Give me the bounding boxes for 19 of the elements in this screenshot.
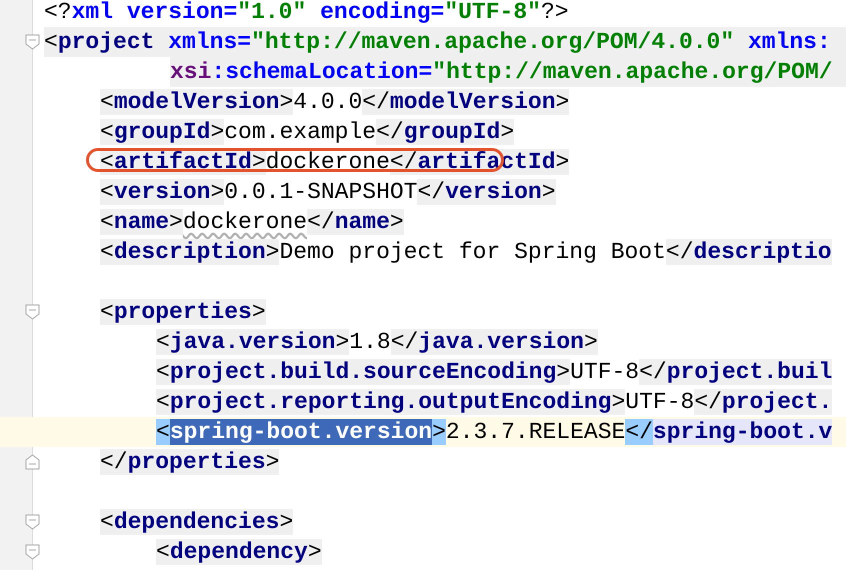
code-line: <name>dockerone</name> <box>100 208 404 237</box>
code-line: <dependency> <box>156 538 322 567</box>
code-line: <dependencies> <box>100 508 294 537</box>
fold-icon[interactable] <box>25 454 40 470</box>
code-line: </properties> <box>100 448 280 477</box>
code-line: <project.reporting.outputEncoding>UTF-8</project. <box>156 388 832 417</box>
code-line: <modelVersion>4.0.0</modelVersion> <box>100 88 570 117</box>
code-line: <project.build.sourceEncoding>UTF-8</project.buil <box>156 358 832 387</box>
code-line: <java.version>1.8</java.version> <box>156 328 598 357</box>
code-line: <?xml version="1.0" encoding="UTF-8"?> <box>44 0 569 27</box>
code-line: <properties> <box>100 298 266 327</box>
fold-icon[interactable] <box>25 304 40 320</box>
code-line: <spring-boot.version>2.3.7.RELEASE</spring-boot.v <box>156 418 832 447</box>
code-line: <version>0.0.1-SNAPSHOT</version> <box>100 178 556 207</box>
fold-icon[interactable] <box>25 544 40 560</box>
fold-icon[interactable] <box>25 514 40 530</box>
code-line: <description>Demo project for Spring Boot</descriptio <box>100 238 832 267</box>
code-line: <groupId>com.example</groupId> <box>100 118 514 147</box>
fold-icon[interactable] <box>25 34 40 50</box>
